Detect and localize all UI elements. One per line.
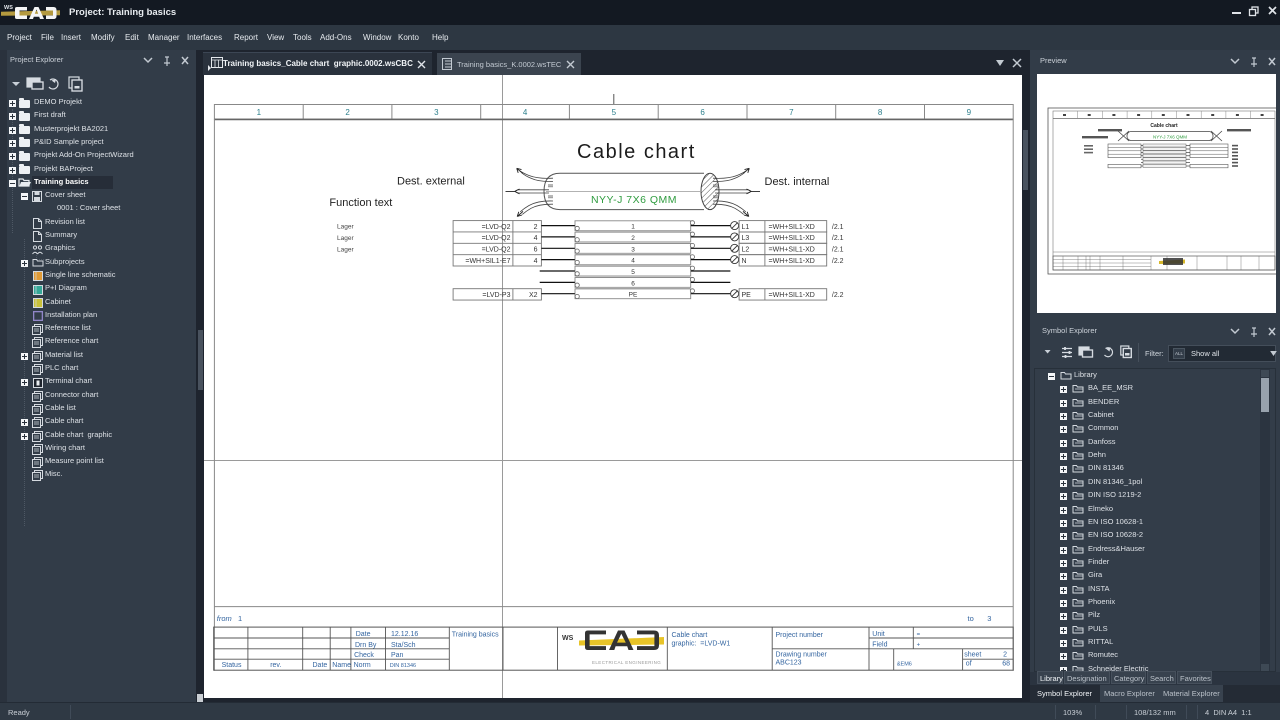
svg-text:/2.2: /2.2 [832, 292, 844, 299]
svg-text:5: 5 [631, 269, 635, 276]
svg-text:3: 3 [631, 246, 635, 253]
svg-text:Project number: Project number [776, 632, 824, 639]
svg-text:ABC123: ABC123 [776, 660, 802, 667]
svg-text:L2: L2 [742, 247, 750, 254]
svg-text:=WH+SIL1-XD: =WH+SIL1-XD [769, 292, 815, 299]
svg-text:Lager: Lager [337, 224, 354, 231]
svg-text:=LVD-Q2: =LVD-Q2 [482, 235, 511, 242]
svg-text:2: 2 [1003, 652, 1007, 659]
svg-text:Cable chart: Cable chart [672, 632, 708, 639]
svg-text:Cable chart: Cable chart [577, 141, 696, 163]
svg-text:=: = [917, 632, 921, 638]
svg-text:Function text: Function text [329, 197, 392, 209]
svg-text:+: + [917, 642, 921, 648]
svg-text:NYY-J 7X6 QMM: NYY-J 7X6 QMM [591, 194, 677, 206]
svg-text:Date: Date [313, 662, 328, 669]
svg-text:Pan: Pan [391, 652, 404, 659]
svg-text:4: 4 [631, 258, 635, 265]
svg-text:DIN 81346: DIN 81346 [390, 663, 416, 669]
svg-text:=WH+SIL1-XD: =WH+SIL1-XD [769, 247, 815, 254]
svg-text:/2.1: /2.1 [832, 224, 844, 231]
svg-text:6: 6 [700, 108, 705, 117]
svg-text:6: 6 [631, 280, 635, 287]
svg-text:Field: Field [872, 641, 887, 648]
svg-text:4: 4 [523, 108, 528, 117]
svg-text:Status: Status [222, 662, 242, 669]
svg-text:=LVD-Q2: =LVD-Q2 [482, 247, 511, 254]
svg-text:NYY-J 7X6 QMM: NYY-J 7X6 QMM [1153, 135, 1187, 140]
svg-text:/2.2: /2.2 [832, 258, 844, 265]
svg-text:4: 4 [534, 235, 538, 242]
svg-text:sheet: sheet [964, 652, 981, 659]
svg-text:=WH+SIL1-E7: =WH+SIL1-E7 [465, 258, 510, 265]
svg-text:from: from [217, 614, 232, 623]
svg-text:Cable chart: Cable chart [1150, 123, 1178, 129]
svg-text:1: 1 [631, 224, 635, 231]
svg-text:3: 3 [987, 614, 991, 623]
svg-text:=WH+SIL1-XD: =WH+SIL1-XD [769, 258, 815, 265]
svg-text:=LVD-Q2: =LVD-Q2 [482, 224, 511, 231]
svg-text:Check: Check [354, 652, 374, 659]
svg-text:68: 68 [1002, 661, 1010, 668]
svg-text:1: 1 [238, 614, 242, 623]
svg-text:12.12.16: 12.12.16 [391, 631, 418, 638]
svg-text:2: 2 [534, 224, 538, 231]
svg-text:9: 9 [967, 108, 972, 117]
svg-text:ELECTRICAL ENGINEERING: ELECTRICAL ENGINEERING [592, 660, 661, 665]
svg-text:Dest. internal: Dest. internal [765, 176, 830, 188]
svg-text:Dest. external: Dest. external [397, 176, 465, 188]
svg-text:=LVD-P3: =LVD-P3 [482, 292, 510, 299]
svg-text:/2.1: /2.1 [832, 235, 844, 242]
svg-text:=WH+SIL1-XD: =WH+SIL1-XD [769, 224, 815, 231]
svg-text:L1: L1 [742, 224, 750, 231]
svg-text:rev.: rev. [270, 662, 281, 669]
svg-text:6: 6 [534, 247, 538, 254]
svg-text:2: 2 [345, 108, 350, 117]
svg-text:Name: Name [332, 662, 351, 669]
svg-text:5: 5 [612, 108, 617, 117]
svg-text:Sta/Sch: Sta/Sch [391, 642, 416, 649]
svg-text:=WH+SIL1-XD: =WH+SIL1-XD [769, 235, 815, 242]
svg-text:/2.1: /2.1 [832, 247, 844, 254]
svg-text:N: N [742, 258, 747, 265]
svg-text:7: 7 [789, 108, 794, 117]
svg-text:PE: PE [629, 292, 638, 299]
svg-text:X2: X2 [529, 292, 538, 299]
svg-text:L3: L3 [742, 235, 750, 242]
svg-text:&EM6: &EM6 [897, 662, 912, 668]
svg-text:1: 1 [257, 108, 262, 117]
svg-text:to: to [968, 614, 974, 623]
svg-text:WS: WS [4, 5, 13, 11]
svg-text:Lager: Lager [337, 246, 354, 253]
svg-text:Date: Date [356, 631, 371, 638]
svg-text:graphic: =LVD-W1: graphic: =LVD-W1 [672, 641, 731, 648]
svg-text:8: 8 [878, 108, 883, 117]
svg-text:Unit: Unit [872, 631, 885, 638]
svg-text:Drawing number: Drawing number [776, 652, 828, 659]
svg-text:Lager: Lager [337, 235, 354, 242]
svg-text:Norm: Norm [354, 662, 371, 669]
svg-text:Drn By: Drn By [355, 642, 377, 649]
svg-text:PE: PE [742, 292, 752, 299]
svg-text:Training basics: Training basics [452, 632, 499, 639]
svg-text:WS: WS [562, 635, 574, 642]
svg-text:of: of [966, 661, 972, 668]
svg-text:2: 2 [631, 235, 635, 242]
svg-text:3: 3 [434, 108, 439, 117]
svg-text:4: 4 [534, 258, 538, 265]
